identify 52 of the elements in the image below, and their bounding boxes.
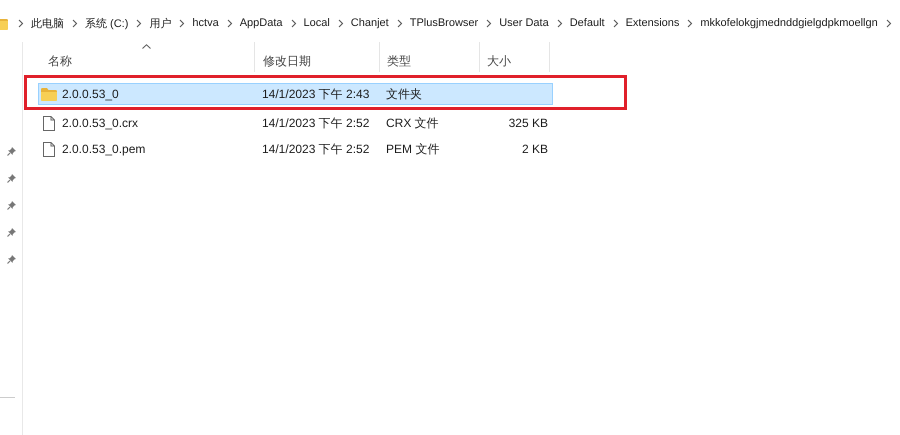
breadcrumb-item[interactable]: 系统 (C:) <box>85 16 128 30</box>
breadcrumb-item[interactable]: Chanjet <box>350 17 389 29</box>
table-cell: 14/1/2023 下午 2:52 <box>262 114 370 132</box>
chevron-icon[interactable] <box>18 18 24 28</box>
column-header[interactable]: 大小 <box>480 42 550 72</box>
breadcrumb-item[interactable]: AppData <box>240 17 282 29</box>
chevron-icon[interactable] <box>72 18 78 28</box>
table-cell: 14/1/2023 下午 2:43 <box>262 86 370 102</box>
breadcrumb-item[interactable]: Local <box>304 17 330 29</box>
folder-icon <box>41 88 57 100</box>
table-cell: 2 KB <box>522 142 548 156</box>
table-cell: 2.0.0.53_0 <box>62 87 119 101</box>
chevron-icon[interactable] <box>136 18 142 28</box>
file-icon <box>41 116 57 130</box>
chevron-icon[interactable] <box>612 18 619 28</box>
chevron-icon[interactable] <box>396 18 403 28</box>
pin-icon[interactable] <box>6 255 16 264</box>
table-cell: 2.0.0.53_0.crx <box>62 116 138 130</box>
chevron-icon[interactable] <box>556 18 563 28</box>
table-cell: CRX 文件 <box>386 114 439 132</box>
column-header[interactable]: 名称 <box>38 42 255 72</box>
chevron-icon[interactable] <box>338 18 344 28</box>
table-cell: 325 KB <box>508 116 548 130</box>
column-header[interactable]: 类型 <box>380 42 480 72</box>
breadcrumb-item[interactable]: TPlusBrowser <box>410 17 478 29</box>
breadcrumb-item[interactable]: 用户 <box>149 16 172 30</box>
breadcrumb-item[interactable]: 此电脑 <box>31 16 64 30</box>
breadcrumb-item[interactable]: hctva <box>192 17 219 29</box>
file-icon <box>41 142 57 156</box>
pin-icon[interactable] <box>6 147 16 156</box>
chevron-icon[interactable] <box>226 18 233 28</box>
table-cell: PEM 文件 <box>386 140 440 158</box>
breadcrumb-item[interactable]: Default <box>570 17 605 29</box>
breadcrumb-item[interactable]: Extensions <box>626 17 680 29</box>
sort-caret-icon[interactable] <box>142 44 151 49</box>
file-row[interactable]: 2.0.0.53_0.pem 14/1/2023 下午 2:52 PEM 文件 2 KB <box>38 136 553 162</box>
breadcrumb-item[interactable]: mkkofelokgjmednddgielgdpkmoellgn <box>700 17 878 29</box>
column-header[interactable]: 修改日期 <box>255 42 380 72</box>
pin-icon[interactable] <box>6 201 16 210</box>
breadcrumb-item[interactable]: User Data <box>499 17 549 29</box>
file-row[interactable]: 2.0.0.53_0 14/1/2023 下午 2:43 文件夹 <box>38 83 553 105</box>
file-row[interactable]: 2.0.0.53_0.crx 14/1/2023 下午 2:52 CRX 文件 325 KB <box>38 110 553 136</box>
table-cell: 2.0.0.53_0.pem <box>62 142 146 156</box>
table-cell: 14/1/2023 下午 2:52 <box>262 140 370 158</box>
chevron-icon[interactable] <box>886 18 892 28</box>
chevron-icon[interactable] <box>687 18 694 28</box>
table-cell: 文件夹 <box>386 86 422 102</box>
pin-icon[interactable] <box>6 174 16 183</box>
chevron-icon[interactable] <box>486 18 492 28</box>
chevron-icon[interactable] <box>290 18 296 28</box>
chevron-icon[interactable] <box>179 18 186 28</box>
pin-icon[interactable] <box>6 228 16 237</box>
